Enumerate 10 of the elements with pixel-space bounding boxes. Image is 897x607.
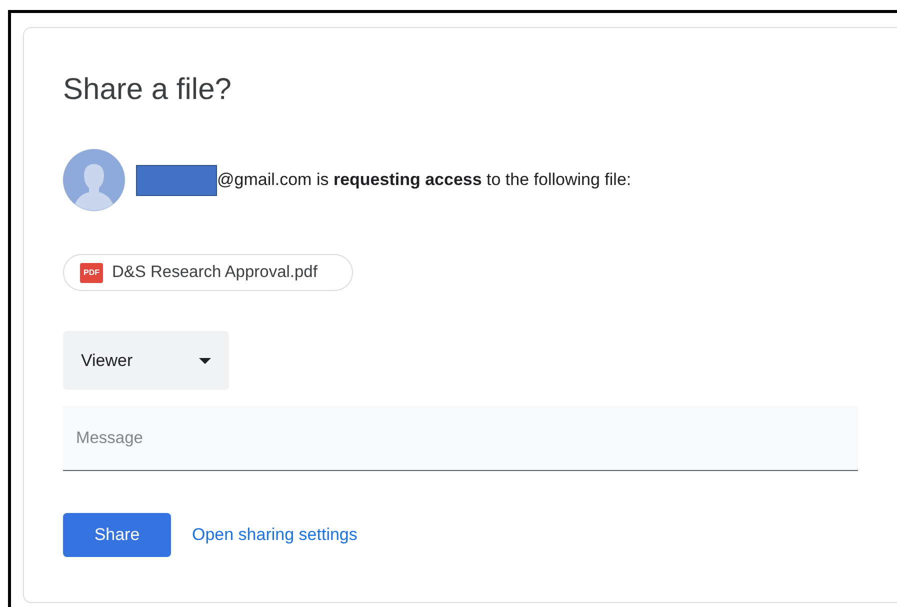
- file-chip[interactable]: PDF D&S Research Approval.pdf: [63, 254, 353, 291]
- request-message: @gmail.com is requesting access to the following file:: [217, 170, 632, 190]
- avatar-icon: [63, 149, 125, 211]
- caret-icon: [199, 358, 211, 364]
- share-button[interactable]: Share: [63, 513, 171, 557]
- pdf-icon: PDF: [80, 262, 103, 282]
- dialog-title: Share a file?: [63, 72, 232, 108]
- message-field[interactable]: Message: [63, 406, 858, 471]
- sharing-settings-link[interactable]: Open sharing settings: [192, 525, 358, 545]
- role-dropdown[interactable]: Viewer: [63, 331, 229, 390]
